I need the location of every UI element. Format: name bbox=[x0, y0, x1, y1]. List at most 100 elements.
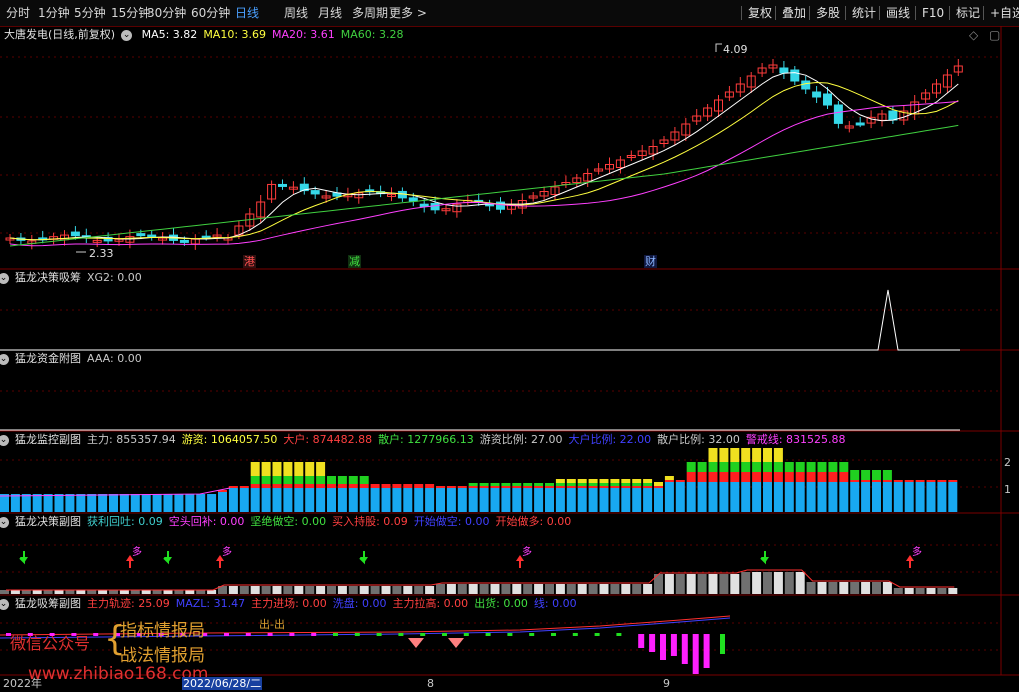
p3-bar-dahu bbox=[882, 480, 892, 482]
p4-bar bbox=[109, 590, 118, 594]
signal-glyph: 多 bbox=[222, 545, 232, 558]
p4-bar bbox=[261, 586, 271, 594]
chart-canvas[interactable]: 多多多多 bbox=[0, 0, 1019, 692]
indicator-value-2: 坚绝做空: 0.00 bbox=[250, 515, 327, 528]
p3-bar-main bbox=[152, 494, 162, 512]
p3-bar-dahu bbox=[414, 484, 424, 488]
p4-title: ⌄ 猛龙决策副图 获利回吐: 0.09 空头回补: 0.00 坚绝做空: 0.00 买入持… bbox=[0, 514, 577, 530]
p4-bar bbox=[239, 586, 249, 594]
candle-body bbox=[801, 80, 811, 90]
p3-bar-sanhu bbox=[566, 483, 576, 486]
p4-bar bbox=[305, 586, 315, 594]
candle-body bbox=[855, 122, 865, 126]
p4-bar bbox=[196, 590, 206, 594]
p4-bar bbox=[381, 586, 391, 594]
p5-dot bbox=[354, 633, 360, 636]
p3-bar-youzi bbox=[555, 479, 565, 483]
p4-bar bbox=[436, 584, 445, 594]
event-marker-jian[interactable]: 减 bbox=[348, 255, 361, 268]
p4-bar bbox=[523, 584, 533, 594]
p3-bar-main bbox=[675, 482, 685, 512]
p3-bar-dahu bbox=[272, 484, 282, 488]
p3-bar-dahu bbox=[937, 480, 947, 482]
p3-bar-main bbox=[882, 482, 892, 512]
p3-bar-main bbox=[534, 488, 544, 512]
p4-bar bbox=[392, 586, 402, 594]
ma60-line bbox=[9, 124, 959, 247]
p3-bar-main bbox=[599, 488, 609, 512]
p3-bar-youzi bbox=[773, 448, 783, 462]
p3-bar-youzi bbox=[250, 462, 260, 476]
chevron-down-icon[interactable]: ⌄ bbox=[121, 29, 133, 41]
p3-bar-youzi bbox=[305, 462, 315, 476]
p5-dot bbox=[485, 633, 491, 636]
chevron-down-icon[interactable]: ⌄ bbox=[0, 434, 9, 446]
ma-value-0: MA5: 3.82 bbox=[141, 28, 198, 41]
p4-bar bbox=[937, 588, 947, 594]
p4-bar bbox=[76, 590, 86, 594]
p3-bar-dahu bbox=[643, 486, 653, 488]
p3-bar-sanhu bbox=[283, 476, 293, 484]
p3-bar-dahu bbox=[599, 486, 609, 488]
p3-bar-main bbox=[174, 494, 184, 512]
chevron-down-icon[interactable]: ⌄ bbox=[0, 598, 9, 610]
signal-glyph: 多 bbox=[912, 545, 922, 558]
p4-bar bbox=[21, 590, 31, 594]
main-title: 大唐发电(日线,前复权) bbox=[4, 28, 116, 41]
diamond-icon[interactable]: ◇ bbox=[968, 29, 979, 42]
ma10-line bbox=[9, 81, 959, 241]
p3-bar-dahu bbox=[359, 484, 369, 488]
p3-bar-main bbox=[719, 482, 729, 512]
candle-body bbox=[179, 239, 189, 243]
candle-body bbox=[790, 69, 800, 82]
p2-title: ⌄ 猛龙资金附图 AAA: 0.00 bbox=[0, 351, 148, 367]
p3-bar-main bbox=[54, 494, 64, 512]
p3-bar-sanhu bbox=[359, 476, 369, 484]
p3-bar-main bbox=[425, 488, 435, 512]
p3-bar-dahu bbox=[817, 472, 827, 482]
indicator-value-1: 空头回补: 0.00 bbox=[168, 515, 245, 528]
p3-bar-youzi bbox=[763, 448, 772, 462]
indicator-value-2: 主力进场: 0.00 bbox=[251, 597, 327, 610]
event-marker-cai[interactable]: 财 bbox=[644, 255, 657, 268]
chevron-down-icon[interactable]: ⌄ bbox=[0, 516, 9, 528]
chevron-down-icon[interactable]: ⌄ bbox=[0, 353, 9, 365]
p4-bar bbox=[763, 572, 772, 594]
p3-bar-main bbox=[414, 488, 424, 512]
ma-value-3: MA60: 3.28 bbox=[340, 28, 404, 41]
indicator-value-5: 出货: 0.00 bbox=[474, 597, 528, 610]
p5-bar bbox=[703, 634, 710, 668]
p4-bar bbox=[948, 588, 958, 594]
p5-bar bbox=[649, 634, 656, 652]
p5-bar bbox=[670, 634, 677, 656]
p3-bar-sanhu bbox=[294, 476, 304, 484]
p4-bar bbox=[926, 588, 936, 594]
p3-bar-main bbox=[806, 482, 816, 512]
candle-body bbox=[833, 104, 843, 124]
p4-bar bbox=[632, 584, 642, 594]
chevron-down-icon[interactable]: ⌄ bbox=[0, 272, 9, 284]
p4-bar bbox=[861, 582, 871, 594]
p4-bar bbox=[806, 582, 816, 594]
p3-bar-dahu bbox=[250, 484, 260, 488]
p3-bar-dahu bbox=[904, 480, 914, 482]
indicator-value-3: 洗盘: 0.00 bbox=[332, 597, 387, 610]
p3-bar-sanhu bbox=[588, 483, 598, 486]
p3-bar-dahu bbox=[773, 472, 783, 482]
p5-dot bbox=[551, 633, 556, 636]
p5-dot bbox=[398, 633, 404, 636]
p5-dot bbox=[289, 633, 295, 636]
event-marker-gang[interactable]: 港 bbox=[243, 255, 256, 268]
p3-bar-dahu bbox=[436, 486, 445, 488]
window-icon[interactable]: ▢ bbox=[988, 29, 1001, 42]
p5-dot bbox=[442, 633, 447, 636]
p5-dot bbox=[420, 633, 426, 636]
p4-bar bbox=[839, 582, 849, 594]
p3-bar-dahu bbox=[730, 472, 740, 482]
p3-bar-main bbox=[141, 494, 151, 512]
p3-bar-main bbox=[555, 488, 565, 512]
candle-body bbox=[70, 231, 80, 237]
panel-name: 猛龙决策副图 bbox=[15, 515, 81, 528]
p5-bar bbox=[660, 634, 666, 660]
p3-bar-main bbox=[948, 482, 958, 512]
